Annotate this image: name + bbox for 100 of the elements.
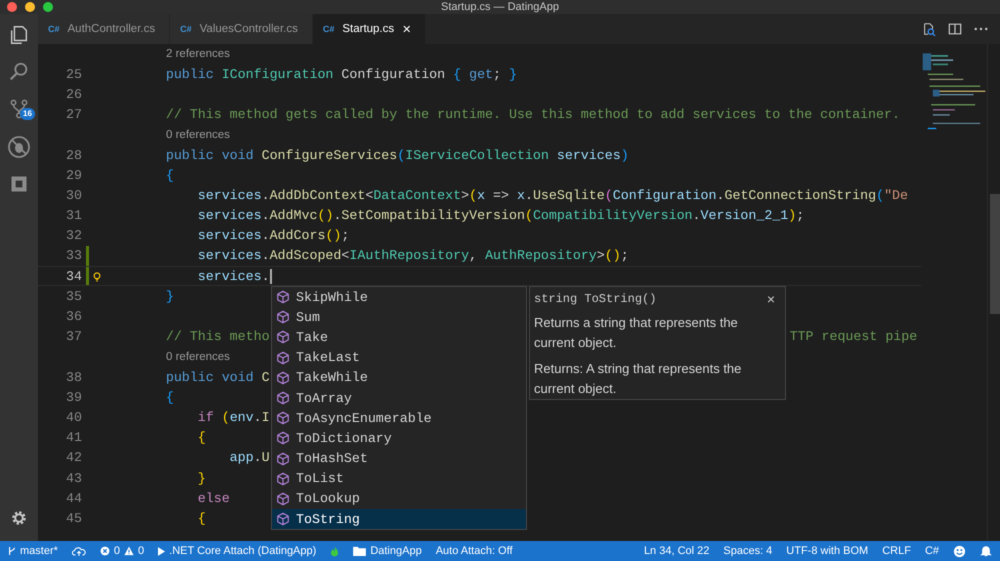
code-line: // This metho [164, 329, 270, 344]
smiley-icon[interactable] [953, 544, 966, 558]
suggestion-item[interactable]: ToArray [272, 388, 526, 408]
documentation-text: Returns a string that represents the current object. [534, 314, 739, 352]
code-line: services.AddCors(); [196, 228, 350, 244]
line-ending-status[interactable]: CRLF [882, 545, 911, 557]
code-line: services.AddMvc().SetCompatibilityVersion(CompatibilityVersion.Version_2_1); [196, 208, 804, 224]
line-number: 37 [65, 329, 82, 344]
suggestion-item[interactable]: ToList [272, 468, 526, 489]
editor-tab[interactable]: C# AuthController.cs [38, 14, 170, 44]
scrollbar-thumb[interactable] [990, 194, 1000, 314]
cloud-upload-icon[interactable] [72, 546, 86, 556]
line-number: 40 [65, 410, 82, 425]
cube-icon [276, 330, 290, 344]
code-line: } [196, 470, 206, 486]
line-number: 38 [65, 370, 82, 385]
editor-tab[interactable]: C# ValuesController.cs [170, 14, 313, 44]
extensions-icon[interactable] [9, 174, 29, 194]
cube-icon [276, 492, 290, 506]
code-line: else [196, 490, 230, 506]
code-line: // This method gets called by the runtime. Use this method to add services to the container. [164, 107, 900, 122]
changes-count-badge: 16 [20, 108, 35, 120]
suggestion-item[interactable]: Sum [272, 307, 526, 328]
debug-status[interactable]: .NET Core Attach (DatingApp) [158, 545, 316, 557]
code-line: { [164, 168, 174, 183]
open-changes-icon[interactable] [922, 22, 936, 36]
language-status[interactable]: C# [924, 545, 939, 557]
cube-icon [276, 472, 290, 486]
error-icon [100, 546, 110, 556]
editor-tab[interactable]: C# Startup.cs ✕ [312, 14, 426, 44]
line-number: 25 [65, 66, 82, 82]
settings-icon[interactable] [10, 509, 28, 527]
suggestion-item[interactable]: ToString [272, 509, 526, 530]
warning-icon [124, 546, 134, 556]
cube-icon [276, 512, 290, 526]
cube-icon [276, 411, 290, 426]
minimize-window-button[interactable] [25, 2, 35, 12]
code-line: { [196, 510, 206, 526]
suggestion-item[interactable]: ToLookup [272, 488, 526, 510]
close-tab-button[interactable]: ✕ [402, 22, 412, 36]
line-number: 31 [65, 208, 82, 224]
line-number: 33 [65, 248, 82, 264]
play-icon [158, 546, 166, 556]
code-line: { [164, 390, 174, 405]
auto-attach-status[interactable]: Auto Attach: Off [436, 545, 513, 557]
error-count: 0 [114, 545, 120, 557]
code-line: app.U [228, 450, 270, 466]
suggestion-item[interactable]: TakeLast [272, 348, 526, 368]
line-number: 45 [65, 510, 82, 526]
cube-icon [276, 391, 290, 406]
cube-icon [276, 452, 290, 466]
code-line: public void C [164, 370, 270, 385]
line-number: 34 [65, 268, 82, 284]
folder-status[interactable]: DatingApp [353, 545, 422, 557]
close-button[interactable]: × [766, 291, 775, 307]
cube-icon [276, 431, 290, 446]
code-line: public IConfiguration Configuration { get; } [164, 66, 517, 82]
split-editor-icon[interactable] [948, 22, 962, 36]
warning-count: 0 [138, 545, 144, 557]
line-number: 41 [65, 430, 82, 446]
suggestion-item[interactable]: ToAsyncEnumerable [272, 408, 526, 428]
code-fragment: TTP request pipe [790, 329, 918, 344]
cube-icon [276, 370, 290, 385]
more-actions-icon[interactable] [974, 27, 988, 31]
close-window-button[interactable] [7, 2, 17, 12]
suggestion-item[interactable]: ToDictionary [272, 428, 526, 448]
lightbulb-icon[interactable] [93, 272, 101, 282]
branch-icon [8, 546, 16, 556]
method-signature: string ToString() [534, 292, 656, 306]
cursor-position-status[interactable]: Ln 34, Col 22 [644, 545, 710, 557]
problems-status[interactable]: 0 0 [100, 545, 144, 557]
code-lens-references[interactable]: 0 references [166, 350, 230, 363]
code-line: { [196, 430, 206, 446]
files-icon[interactable] [8, 24, 30, 46]
code-line: if (env.I [196, 410, 270, 425]
text-cursor [270, 268, 272, 284]
code-lens-references[interactable]: 2 references [166, 48, 230, 60]
code-line: services.AddScoped<IAuthRepository, AuthRepository>(); [196, 248, 629, 264]
encoding-status[interactable]: UTF-8 with BOM [786, 545, 868, 557]
code-line: public void ConfigureServices(IServiceCollection services) [164, 148, 629, 163]
line-number: 26 [65, 86, 82, 102]
source-control-icon[interactable] [8, 98, 30, 120]
suggestion-item[interactable]: SkipWhile [272, 287, 526, 308]
branch-status[interactable]: master* [8, 545, 58, 557]
line-number: 30 [65, 188, 82, 203]
no-bug-icon[interactable] [7, 135, 31, 159]
search-icon[interactable] [8, 61, 30, 83]
cube-icon [276, 350, 290, 365]
line-number: 28 [65, 148, 82, 163]
zoom-window-button[interactable] [43, 2, 53, 12]
suggestion-item[interactable]: TakeWhile [272, 368, 526, 388]
suggestion-item[interactable]: ToHashSet [272, 448, 526, 469]
suggestion-item[interactable]: Take [272, 327, 526, 348]
window-title: Startup.cs — DatingApp [440, 1, 559, 13]
cube-icon [276, 290, 290, 304]
code-lens-references[interactable]: 0 references [166, 128, 230, 141]
bell-icon[interactable] [980, 545, 992, 557]
indentation-status[interactable]: Spaces: 4 [723, 545, 772, 557]
line-number: 42 [65, 450, 82, 466]
line-number: 44 [65, 490, 82, 506]
